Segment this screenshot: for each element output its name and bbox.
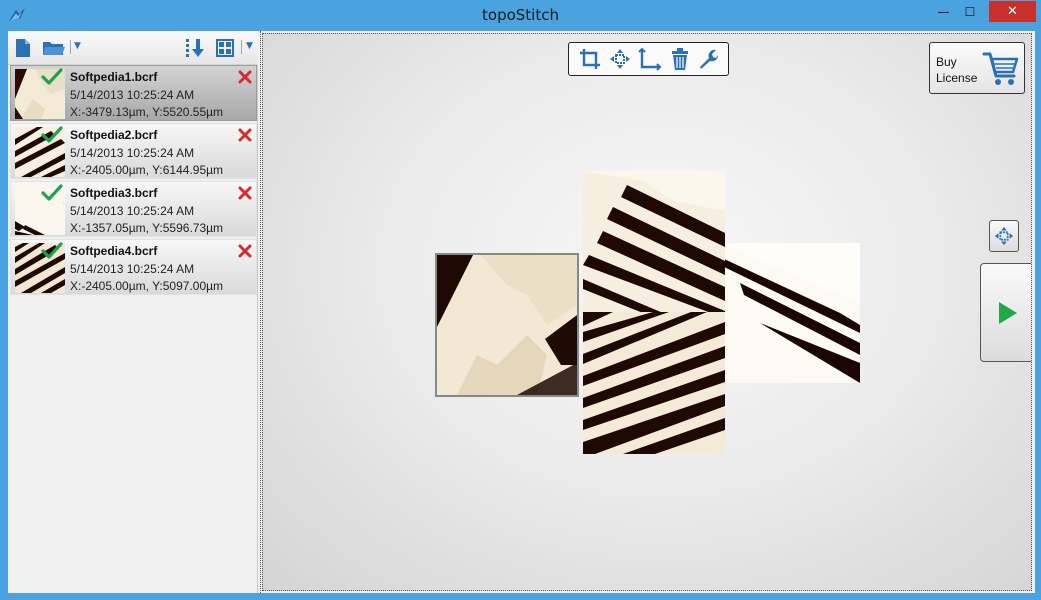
file-date: 5/14/2013 10:25:24 AM	[70, 204, 195, 218]
checkmark-icon	[41, 126, 63, 143]
buy-license-button[interactable]: Buy License	[929, 42, 1025, 94]
minimize-icon: —	[937, 4, 950, 19]
file-date: 5/14/2013 10:25:24 AM	[70, 146, 195, 160]
sidebar-toolbar: ▼ ▼	[8, 31, 258, 65]
crop-icon[interactable]	[578, 47, 602, 71]
file-position: X:-2405.00µm, Y:6144.95µm	[70, 163, 224, 177]
file-list-item[interactable]: Softpedia1.bcrf 5/14/2013 10:25:24 AM X:…	[10, 65, 257, 121]
checkmark-icon	[41, 68, 63, 85]
maximize-icon: ☐	[964, 4, 976, 19]
file-date: 5/14/2013 10:25:24 AM	[70, 262, 195, 276]
play-icon	[998, 301, 1017, 324]
sort-button[interactable]	[184, 37, 206, 59]
file-sidebar: ▼ ▼ Softpedia1.bcrf 5/14/2013 10:25:24 A…	[8, 31, 258, 593]
image-tile-3[interactable]	[720, 243, 860, 383]
file-list-item[interactable]: Softpedia3.bcrf 5/14/2013 10:25:24 AM X:…	[10, 181, 257, 237]
open-folder-button[interactable]	[42, 37, 66, 59]
open-dropdown-arrow[interactable]: ▼	[74, 41, 81, 51]
file-position: X:-3479.13µm, Y:5520.55µm	[70, 105, 224, 119]
new-file-button[interactable]	[14, 37, 32, 59]
close-icon: ✕	[1007, 4, 1018, 19]
sort-down-icon	[186, 39, 204, 57]
pan-icon	[994, 226, 1014, 246]
window-title: topoStitch	[482, 6, 559, 24]
app-window: topoStitch — ☐ ✕ ▼ ▼ Softpedia1.bcrf 5/1…	[0, 0, 1041, 600]
maximize-button[interactable]: ☐	[957, 1, 983, 22]
checkmark-icon	[41, 242, 63, 259]
wrench-icon[interactable]	[697, 48, 719, 70]
image-tile-1[interactable]	[435, 253, 579, 397]
file-position: X:-2405.00µm, Y:5097.00µm	[70, 279, 224, 293]
view-dropdown-arrow[interactable]: ▼	[246, 41, 253, 51]
file-position: X:-1357.05µm, Y:5596.73µm	[70, 221, 224, 235]
move-icon[interactable]	[608, 47, 632, 71]
file-list: Softpedia1.bcrf 5/14/2013 10:25:24 AM X:…	[10, 65, 257, 297]
cart-icon	[982, 52, 1019, 85]
grid-view-icon	[216, 39, 234, 57]
image-tile-2[interactable]	[583, 171, 725, 313]
remove-file-icon[interactable]	[238, 128, 252, 142]
checkmark-icon	[41, 184, 63, 201]
file-name: Softpedia2.bcrf	[70, 128, 158, 142]
client-area: ▼ ▼ Softpedia1.bcrf 5/14/2013 10:25:24 A…	[8, 31, 1035, 593]
close-button[interactable]: ✕	[989, 1, 1036, 22]
measure-icon[interactable]	[638, 47, 662, 71]
panel-splitter[interactable]	[258, 31, 261, 593]
canvas-toolbar	[568, 42, 729, 76]
pan-button[interactable]	[989, 220, 1019, 252]
minimize-button[interactable]: —	[930, 1, 957, 22]
stitch-play-button[interactable]	[980, 263, 1031, 362]
grid-view-button[interactable]	[216, 37, 234, 59]
remove-file-icon[interactable]	[238, 70, 252, 84]
file-name: Softpedia3.bcrf	[70, 186, 158, 200]
buy-license-label: Buy License	[936, 55, 978, 85]
title-bar[interactable]: topoStitch — ☐ ✕	[0, 0, 1041, 31]
remove-file-icon[interactable]	[238, 186, 252, 200]
file-list-item[interactable]: Softpedia4.bcrf 5/14/2013 10:25:24 AM X:…	[10, 239, 257, 295]
file-date: 5/14/2013 10:25:24 AM	[70, 88, 195, 102]
stitch-canvas[interactable]: Buy License	[262, 33, 1032, 591]
remove-file-icon[interactable]	[238, 244, 252, 258]
open-folder-icon	[43, 42, 65, 55]
delete-icon[interactable]	[669, 47, 691, 71]
image-tile-4[interactable]	[583, 312, 725, 454]
new-file-icon	[16, 39, 30, 57]
file-name: Softpedia4.bcrf	[70, 244, 158, 258]
toolbar-separator	[70, 40, 71, 54]
file-name: Softpedia1.bcrf	[70, 70, 158, 84]
file-list-item[interactable]: Softpedia2.bcrf 5/14/2013 10:25:24 AM X:…	[10, 123, 257, 179]
toolbar-separator	[241, 40, 242, 54]
